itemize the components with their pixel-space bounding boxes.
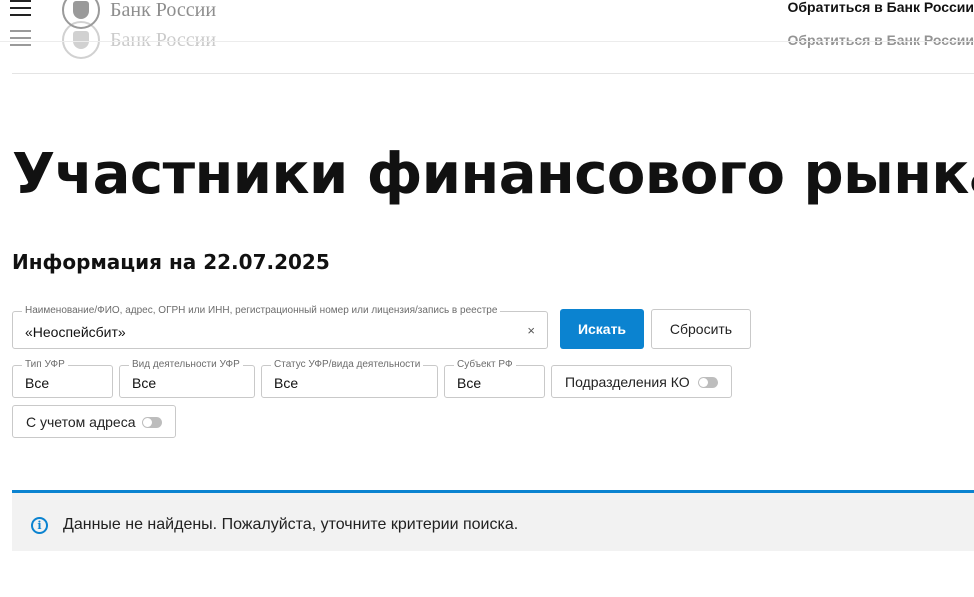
branches-toggle-label: Подразделения КО [565,373,690,390]
info-date: Информация на 22.07.2025 [12,250,330,274]
site-header: Банк России Обратиться в Банк России [0,0,974,29]
search-button[interactable]: Искать [560,309,644,349]
page-title: Участники финансового рынка [12,142,974,207]
contact-link[interactable]: Обратиться в Банк России [788,0,974,15]
clear-icon[interactable]: × [527,323,535,338]
info-icon: i [31,517,48,534]
ufr-type-select[interactable]: Тип УФР Все [12,359,113,398]
address-toggle-label: С учетом адреса [26,413,136,430]
address-switch-icon[interactable] [142,417,162,428]
status-select[interactable]: Статус УФР/вида деятельности Все [261,359,438,398]
status-value: Все [274,375,299,391]
empty-results-notice: i Данные не найдены. Пожалуйста, уточнит… [12,490,974,551]
search-input-label: Наименование/ФИО, адрес, ОГРН или ИНН, р… [22,305,501,317]
reset-button[interactable]: Сбросить [651,309,751,349]
menu-icon[interactable] [10,0,31,16]
menu-icon-ghost [10,30,31,46]
region-select[interactable]: Субъект РФ Все [444,359,545,398]
header-divider [0,41,974,42]
address-toggle[interactable]: С учетом адреса [12,405,176,438]
emblem-icon [62,0,100,29]
status-label: Статус УФР/вида деятельности [271,359,424,371]
region-label: Субъект РФ [454,359,516,371]
activity-type-label: Вид деятельности УФР [129,359,243,371]
activity-type-value: Все [132,375,157,391]
search-input-value[interactable]: «Неоспейсбит» [25,324,126,340]
activity-type-select[interactable]: Вид деятельности УФР Все [119,359,255,398]
logo-text: Банк России [110,0,217,21]
ufr-type-value: Все [25,375,50,391]
logo-text-ghost: Банк России [110,28,217,51]
contact-link-ghost: Обратиться в Банк России [787,32,974,48]
logo[interactable]: Банк России [62,0,216,30]
page: Банк России Обратиться в Банк России Бан… [0,0,974,597]
header-divider-bottom [12,73,974,74]
branches-toggle[interactable]: Подразделения КО [551,365,732,398]
branches-switch-icon[interactable] [698,377,718,388]
notice-text: Данные не найдены. Пожалуйста, уточните … [63,516,519,533]
search-input[interactable]: Наименование/ФИО, адрес, ОГРН или ИНН, р… [12,305,548,349]
region-value: Все [457,375,482,391]
ufr-type-label: Тип УФР [22,359,68,371]
